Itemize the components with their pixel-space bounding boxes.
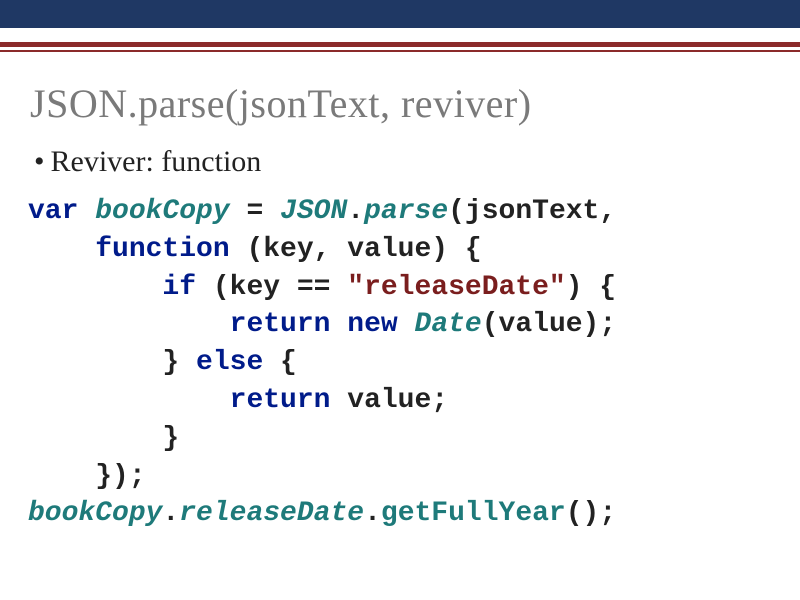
dot: . xyxy=(364,498,381,529)
slide-title: JSON.parse(jsonText, reviver) xyxy=(30,80,770,127)
args-open: (jsonText, xyxy=(448,196,616,227)
indent xyxy=(28,423,162,454)
kw-new: new xyxy=(347,309,397,340)
mem-getfullyear: getFullYear xyxy=(381,498,566,529)
id-bookcopy: bookCopy xyxy=(28,498,162,529)
brace: { xyxy=(263,347,297,378)
indent xyxy=(28,309,230,340)
op-eq: = xyxy=(230,196,280,227)
kw-var: var xyxy=(28,196,78,227)
kw-if: if xyxy=(162,272,196,303)
cond-open: (key == xyxy=(196,272,347,303)
dot: . xyxy=(162,498,179,529)
type-json: JSON xyxy=(280,196,347,227)
kw-else: else xyxy=(196,347,263,378)
cond-close: ) { xyxy=(566,272,616,303)
id-parse: parse xyxy=(364,196,448,227)
indent xyxy=(28,385,230,416)
indent xyxy=(28,347,162,378)
kw-function: function xyxy=(95,234,229,265)
indent xyxy=(28,461,95,492)
indent xyxy=(28,234,95,265)
sp xyxy=(398,309,415,340)
id-bookcopy: bookCopy xyxy=(95,196,229,227)
str-releasedate: "releaseDate" xyxy=(347,272,565,303)
dot: . xyxy=(347,196,364,227)
call-end: (); xyxy=(566,498,616,529)
brace: } xyxy=(162,347,196,378)
fn-params: (key, value) { xyxy=(230,234,482,265)
divider xyxy=(0,42,800,52)
closing: }); xyxy=(95,461,145,492)
header-band xyxy=(0,0,800,28)
date-args: (value); xyxy=(482,309,616,340)
bullet-reviver: Reviver: function xyxy=(34,145,766,179)
kw-return: return xyxy=(230,385,331,416)
id-releasedate: releaseDate xyxy=(179,498,364,529)
kw-return: return xyxy=(230,309,331,340)
indent xyxy=(28,272,162,303)
ret-val: value; xyxy=(330,385,448,416)
brace: } xyxy=(162,423,179,454)
type-date: Date xyxy=(415,309,482,340)
code-block: var bookCopy = JSON.parse(jsonText, func… xyxy=(28,193,772,533)
sp xyxy=(330,309,347,340)
